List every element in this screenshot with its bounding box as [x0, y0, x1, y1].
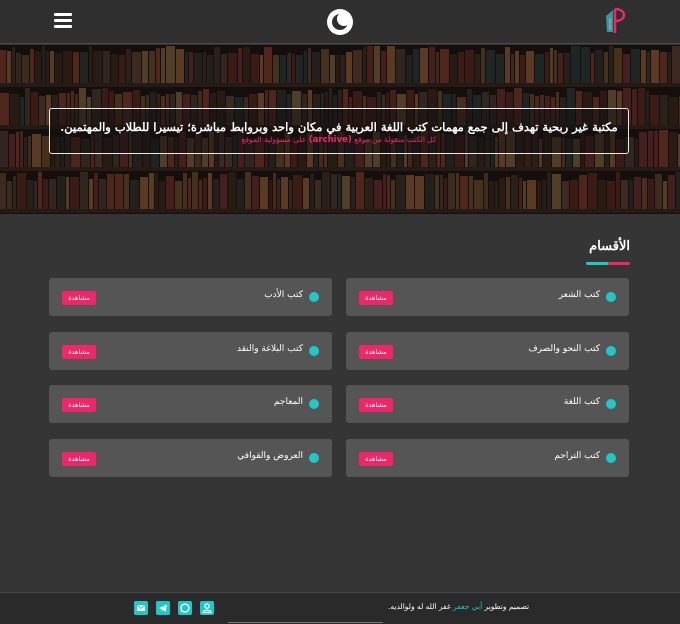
heading-underline: [586, 262, 630, 265]
category-label: كتب الأدب: [264, 290, 303, 300]
category-label: كتب التراجم: [554, 451, 600, 461]
footer-credit: تصميم وتطوير أبي جعفر غفر الله له ولوالد…: [388, 602, 529, 611]
category-label: كتب النحو والصرف: [528, 344, 600, 354]
sections-heading: الأقسام: [589, 239, 630, 254]
view-button[interactable]: مشاهدة: [359, 291, 393, 305]
category-card-language[interactable]: كتب اللغة مشاهدة: [346, 385, 629, 423]
category-card-biographies[interactable]: كتب التراجم مشاهدة: [346, 439, 629, 477]
view-button[interactable]: مشاهدة: [62, 291, 96, 305]
author-link[interactable]: أبي جعفر: [453, 602, 482, 611]
view-button[interactable]: مشاهدة: [359, 398, 393, 412]
moon-icon[interactable]: [327, 9, 353, 35]
bullet-icon: [606, 453, 616, 463]
credit-suffix: غفر الله له ولوالديه.: [388, 602, 451, 611]
hero-intro-box: مكتبة غير ربحية تهدف إلى جمع مهمات كتب ا…: [49, 108, 629, 154]
top-navbar: [0, 0, 680, 44]
category-label: كتب الشعر: [558, 290, 600, 300]
archive-link[interactable]: (archive): [309, 135, 352, 145]
category-card-poetry[interactable]: كتب الشعر مشاهدة: [346, 278, 629, 316]
hero-note-before: كل الكتب منقولة من موقع: [354, 135, 437, 144]
footer: تصميم وتطوير أبي جعفر غفر الله له ولوالد…: [0, 592, 680, 624]
whatsapp-icon[interactable]: [178, 601, 192, 615]
bullet-icon: [309, 346, 319, 356]
email-icon[interactable]: [134, 601, 148, 615]
category-card-dictionaries[interactable]: المعاجم مشاهدة: [49, 385, 332, 423]
category-card-literature[interactable]: كتب الأدب مشاهدة: [49, 278, 332, 316]
bullet-icon: [309, 292, 319, 302]
menu-icon[interactable]: [54, 13, 72, 29]
category-card-rhetoric[interactable]: كتب البلاغة والنقد مشاهدة: [49, 332, 332, 370]
logo-icon[interactable]: [603, 6, 631, 36]
view-button[interactable]: مشاهدة: [62, 452, 96, 466]
hero-banner: مكتبة غير ربحية تهدف إلى جمع مهمات كتب ا…: [0, 45, 680, 214]
bullet-icon: [606, 399, 616, 409]
footer-divider: [228, 622, 383, 623]
category-label: كتب اللغة: [563, 397, 600, 407]
credit-prefix: تصميم وتطوير: [484, 602, 530, 611]
bullet-icon: [309, 399, 319, 409]
category-card-grammar[interactable]: كتب النحو والصرف مشاهدة: [346, 332, 629, 370]
user-icon[interactable]: [200, 601, 214, 615]
category-label: العروض والقوافي: [237, 451, 303, 461]
category-label: المعاجم: [273, 397, 303, 407]
category-card-prosody[interactable]: العروض والقوافي مشاهدة: [49, 439, 332, 477]
view-button[interactable]: مشاهدة: [62, 398, 96, 412]
bullet-icon: [309, 453, 319, 463]
view-button[interactable]: مشاهدة: [62, 345, 96, 359]
hero-note-after: على مسؤولية الموقع: [241, 135, 307, 144]
view-button[interactable]: مشاهدة: [359, 345, 393, 359]
bullet-icon: [606, 346, 616, 356]
view-button[interactable]: مشاهدة: [359, 452, 393, 466]
bullet-icon: [606, 292, 616, 302]
category-label: كتب البلاغة والنقد: [236, 344, 303, 354]
telegram-icon[interactable]: [156, 601, 170, 615]
hero-title: مكتبة غير ربحية تهدف إلى جمع مهمات كتب ا…: [60, 120, 618, 134]
hero-note: كل الكتب منقولة من موقع (archive) على مس…: [50, 134, 628, 146]
